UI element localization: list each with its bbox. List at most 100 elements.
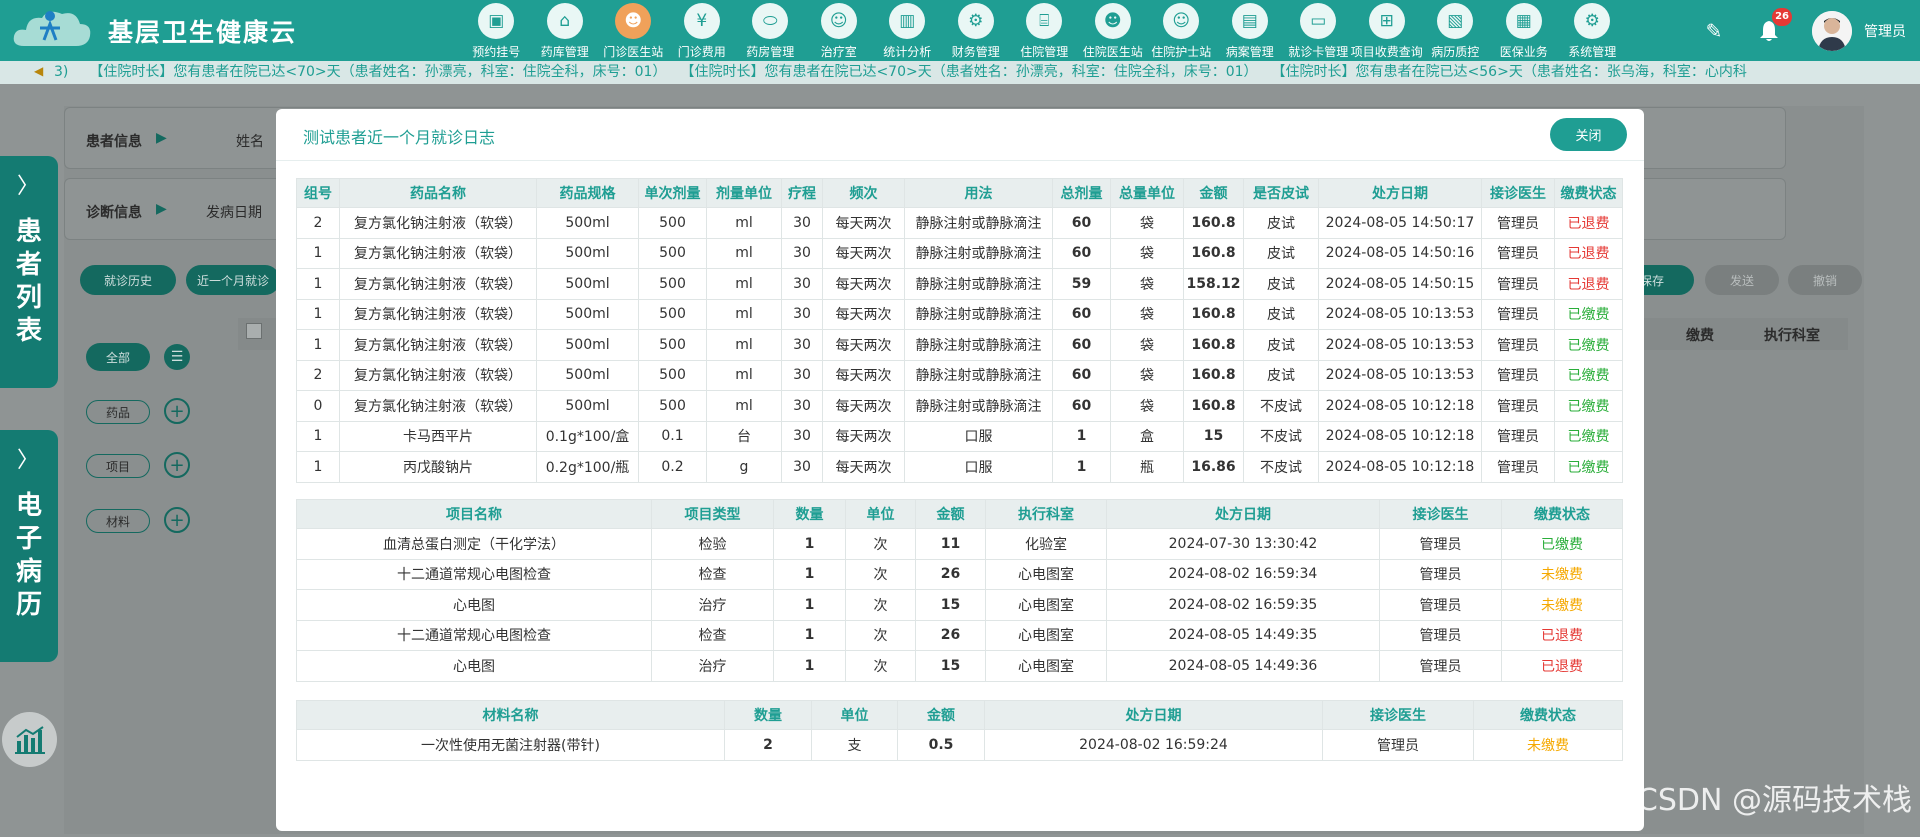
doctor-icon: ☻ [615, 3, 652, 39]
nav-item-label: 治疗室 [820, 45, 857, 59]
table-cell: 500ml [536, 268, 639, 300]
nav-item[interactable]: ▦ 医保业务 [1490, 0, 1559, 61]
table-row: 1 复方氯化钠注射液（软袋） 500ml 500 ml 30 每天两次 静脉注射或静脉滴注 60… [296, 237, 1623, 269]
nav-item[interactable]: ¥ 门诊费用 [668, 0, 737, 61]
add-material-icon[interactable]: + [164, 507, 190, 533]
table-cell: 1 [296, 237, 340, 269]
emr-panel[interactable]: 〉 电子病历 [0, 430, 58, 662]
table-cell: 15 [915, 589, 986, 621]
table-cell: 500 [638, 298, 707, 330]
table-cell: 袋 [1110, 359, 1184, 391]
table-cell: 丙戊酸钠片 [339, 451, 537, 483]
finance-gear-icon: ⚙ [957, 3, 994, 39]
nav-item-label: 住院管理 [1020, 45, 1069, 59]
chevron-right-icon: 〉 [17, 174, 40, 199]
send-button[interactable]: 发送 [1705, 265, 1779, 295]
nav-item[interactable]: ☻ 门诊医生站 [599, 0, 668, 61]
table-row: 十二通道常规心电图检查 检查 1 次 26 心电图室 2024-08-02 16:59:34… [296, 558, 1623, 590]
app-brand: 基层卫生健康云 [108, 18, 298, 47]
col-fee: 缴费 [1686, 328, 1714, 344]
table-cell: 管理员 [1379, 528, 1502, 560]
nav-item[interactable]: ▭ 就诊卡管理 [1284, 0, 1353, 61]
filter-drug[interactable]: 药品 [86, 400, 150, 424]
nav-item[interactable]: ⌂ 药库管理 [531, 0, 600, 61]
yen-icon: ¥ [683, 3, 720, 39]
table-cell: 30 [781, 451, 823, 483]
table-cell: 60 [1052, 390, 1111, 422]
nav-item[interactable]: ⚙ 系统管理 [1558, 0, 1627, 61]
top-navbar: 基层卫生健康云 ▣ 预约挂号 ⌂ 药库管理 ☻ 门诊医生站 ¥ 门诊费用 ⬭ 药房管理 ☺ 治疗室 ▥ 统… [0, 0, 1920, 61]
add-drug-icon[interactable]: + [164, 398, 190, 424]
username[interactable]: 管理员 [1864, 21, 1906, 41]
table-cell: 心电图室 [985, 558, 1107, 590]
table-cell: 每天两次 [822, 329, 905, 361]
select-all-checkbox[interactable] [246, 323, 262, 339]
nav-item[interactable]: ⬭ 药房管理 [736, 0, 805, 61]
nav-item[interactable]: ▧ 病历质控 [1421, 0, 1490, 61]
table-cell: 30 [781, 329, 823, 361]
nav-item[interactable]: ⌸ 住院管理 [1010, 0, 1079, 61]
table-cell: 2024-08-05 10:13:53 [1318, 329, 1482, 361]
table-cell: 1 [296, 420, 340, 452]
column-header: 项目类型 [651, 499, 774, 529]
material-table: 材料名称 数量 单位 金额 处方日期 接诊医生 缴费状态 一次性使用无菌注射器(带针) 2 支 0… [296, 700, 1623, 761]
table-cell: 次 [845, 619, 916, 651]
close-button[interactable]: 关闭 [1550, 118, 1627, 151]
add-item-icon[interactable]: + [164, 452, 190, 478]
table-cell: 26 [915, 619, 986, 651]
system-gear-icon: ⚙ [1574, 3, 1611, 39]
table-cell: 2024-07-30 13:30:42 [1106, 528, 1380, 560]
nav-item[interactable]: ☺ 住院护士站 [1147, 0, 1216, 61]
avatar[interactable] [1812, 10, 1852, 51]
filter-all[interactable]: 全部 [86, 343, 150, 371]
patient-list-panel[interactable]: 〉 患者列表 [0, 156, 58, 388]
table-cell: 0.5 [897, 729, 985, 761]
table-cell: 瓶 [1110, 451, 1184, 483]
filter-material[interactable]: 材料 [86, 509, 150, 533]
bell-icon[interactable]: 26 [1756, 7, 1792, 44]
table-cell: 卡马西平片 [339, 420, 537, 452]
nav-item[interactable]: ⚙ 财务管理 [942, 0, 1011, 61]
warehouse-icon: ⌂ [546, 3, 583, 39]
revoke-button[interactable]: 撤销 [1788, 265, 1862, 295]
modal-title: 测试患者近一个月就诊日志 [303, 128, 496, 147]
notice-marquee: 3) 【住院时长】您有患者在院已达<70>天（患者姓名：孙漂亮，科室：住院全科，… [0, 61, 1920, 84]
nav-item[interactable]: ▣ 预约挂号 [462, 0, 531, 61]
table-cell: 1 [296, 298, 340, 330]
marquee-text: 3) 【住院时长】您有患者在院已达<70>天（患者姓名：孙漂亮，科室：住院全科，… [54, 64, 1747, 80]
table-cell: 每天两次 [822, 451, 905, 483]
statistics-icon[interactable] [2, 712, 57, 767]
nav-item[interactable]: ⊞ 项目收费查询 [1351, 0, 1423, 61]
table-cell: 管理员 [1481, 451, 1555, 483]
cloud-logo-icon [13, 11, 91, 46]
table-cell: 60 [1052, 237, 1111, 269]
history-button[interactable]: 就诊历史 [80, 265, 176, 295]
nav-item[interactable]: ☻ 住院医生站 [1079, 0, 1148, 61]
table-cell: 复方氯化钠注射液（软袋） [339, 390, 537, 422]
table-cell: 管理员 [1379, 558, 1502, 590]
nav-item[interactable]: ▥ 统计分析 [873, 0, 942, 61]
column-header: 总剂量 [1052, 178, 1111, 208]
table-cell: 盒 [1110, 420, 1184, 452]
nav-item[interactable]: ▤ 病案管理 [1216, 0, 1285, 61]
list-icon[interactable]: ☰ [164, 344, 190, 370]
column-header: 接诊医生 [1379, 499, 1502, 529]
table-cell: 500ml [536, 237, 639, 269]
table-cell: 26 [915, 558, 986, 590]
payment-status: 未缴费 [1501, 589, 1623, 621]
pencil-icon[interactable]: ✎ [1702, 19, 1726, 43]
nav-item-label: 病案管理 [1225, 45, 1274, 59]
table-cell: 2 [296, 359, 340, 391]
column-header: 项目名称 [296, 499, 652, 529]
payment-status: 已退费 [1554, 237, 1623, 269]
chart-icon: ▥ [889, 3, 926, 39]
recent-visits-button[interactable]: 近一个月就诊 [186, 265, 280, 295]
table-cell: 管理员 [1481, 390, 1555, 422]
filter-item[interactable]: 项目 [86, 454, 150, 478]
table-cell: 30 [781, 420, 823, 452]
table-cell: 158.12 [1183, 268, 1244, 300]
table-cell: 口服 [904, 420, 1053, 452]
nav-item[interactable]: ☺ 治疗室 [805, 0, 874, 61]
table-cell: 16.86 [1183, 451, 1244, 483]
table-cell: 2024-08-02 16:59:24 [984, 729, 1323, 761]
